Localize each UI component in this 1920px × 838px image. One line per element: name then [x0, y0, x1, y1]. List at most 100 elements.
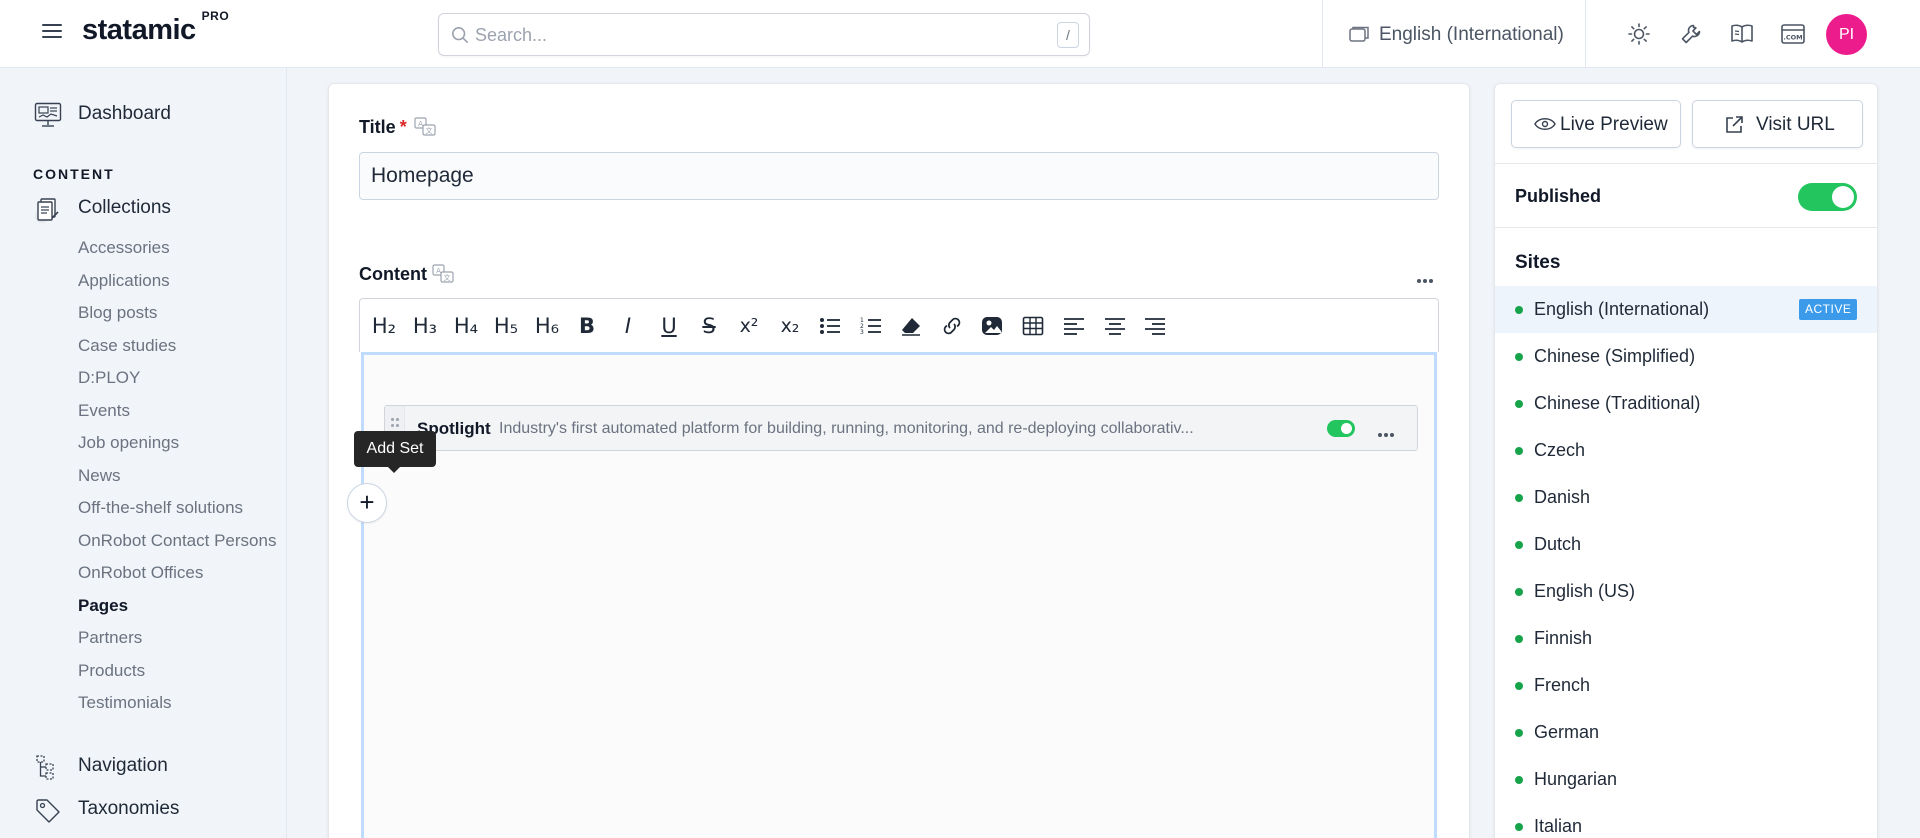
- site-item-chinese-simplified[interactable]: Chinese (Simplified): [1495, 333, 1877, 380]
- entry-editor-card: Title* A文 Content A文 H₂ H₃ H₄ H₅ H₆ B I …: [328, 83, 1470, 838]
- h6-button[interactable]: H₆: [532, 311, 562, 341]
- site-item-french[interactable]: French: [1495, 662, 1877, 709]
- image-icon[interactable]: [977, 311, 1007, 341]
- superscript-button[interactable]: x²: [734, 311, 764, 341]
- site-name: Chinese (Traditional): [1534, 393, 1701, 413]
- bard-toolbar: H₂ H₃ H₄ H₅ H₆ B I U S x² x₂ 123: [359, 298, 1439, 352]
- status-dot: [1515, 682, 1523, 690]
- table-icon[interactable]: [1018, 311, 1048, 341]
- h2-button[interactable]: H₂: [369, 311, 399, 341]
- status-dot: [1515, 588, 1523, 596]
- align-left-icon[interactable]: [1059, 311, 1089, 341]
- svg-text:3: 3: [860, 329, 864, 336]
- set-spotlight[interactable]: Spotlight Industry's first automated pla…: [384, 405, 1418, 451]
- sidebar-item-off-the-shelf[interactable]: Off-the-shelf solutions: [78, 496, 278, 520]
- search-box[interactable]: /: [438, 13, 1090, 56]
- bard-editor-area[interactable]: Spotlight Industry's first automated pla…: [347, 352, 1437, 838]
- sidebar-item-events[interactable]: Events: [78, 399, 278, 423]
- set-preview-text: Industry's first automated platform for …: [499, 420, 1194, 437]
- align-center-icon[interactable]: [1100, 311, 1130, 341]
- site-item-english-international[interactable]: English (International) ACTIVE: [1495, 286, 1877, 333]
- sidebar-item-label: Dashboard: [78, 103, 171, 124]
- sites-label: Sites: [1515, 252, 1561, 273]
- sidebar-item-blog-posts[interactable]: Blog posts: [78, 301, 278, 325]
- user-avatar[interactable]: PI: [1826, 14, 1867, 55]
- status-dot: [1515, 400, 1523, 408]
- bullet-list-icon[interactable]: [815, 311, 845, 341]
- sidebar-item-products[interactable]: Products: [78, 659, 278, 683]
- link-icon[interactable]: [937, 311, 967, 341]
- dashboard-icon: [34, 102, 62, 127]
- live-preview-label: Live Preview: [1560, 114, 1668, 135]
- sidebar-item-case-studies[interactable]: Case studies: [78, 334, 278, 358]
- eraser-icon[interactable]: [896, 311, 926, 341]
- h4-button[interactable]: H₄: [451, 311, 481, 341]
- sidebar-nav: Dashboard CONTENT Collections Accessorie…: [0, 68, 287, 838]
- align-right-icon[interactable]: [1140, 311, 1170, 341]
- sidebar-item-pages[interactable]: Pages: [78, 594, 278, 618]
- sidebar-item-news[interactable]: News: [78, 464, 278, 488]
- sidebar-item-dploy[interactable]: D:PLOY: [78, 366, 278, 390]
- set-enabled-toggle[interactable]: [1327, 420, 1355, 437]
- title-field-label: Title *: [359, 117, 407, 138]
- site-name: Chinese (Simplified): [1534, 346, 1696, 366]
- ordered-list-icon[interactable]: 123: [856, 311, 886, 341]
- utilities-wrench-icon[interactable]: [1679, 22, 1703, 46]
- status-dot: [1515, 729, 1523, 737]
- hamburger-menu-icon[interactable]: [42, 24, 62, 44]
- live-preview-button[interactable]: Live Preview: [1511, 100, 1681, 148]
- sidebar-item-partners[interactable]: Partners: [78, 626, 278, 650]
- site-item-dutch[interactable]: Dutch: [1495, 521, 1877, 568]
- svg-text:.COM: .COM: [1783, 34, 1802, 42]
- title-input[interactable]: [359, 152, 1439, 200]
- top-header: statamic PRO / English (International) .C…: [0, 0, 1920, 68]
- status-dot: [1515, 823, 1523, 831]
- translatable-icon: A文: [414, 117, 436, 136]
- underline-button[interactable]: U: [654, 311, 684, 341]
- docs-book-icon[interactable]: [1729, 22, 1753, 46]
- tag-icon: [36, 799, 60, 823]
- theme-sun-icon[interactable]: [1627, 22, 1651, 46]
- h3-button[interactable]: H₃: [410, 311, 440, 341]
- site-item-italian[interactable]: Italian: [1495, 803, 1877, 838]
- site-item-english-us[interactable]: English (US): [1495, 568, 1877, 615]
- site-item-finnish[interactable]: Finnish: [1495, 615, 1877, 662]
- site-item-chinese-traditional[interactable]: Chinese (Traditional): [1495, 380, 1877, 427]
- published-toggle[interactable]: [1798, 183, 1857, 211]
- sidebar-item-applications[interactable]: Applications: [78, 269, 278, 293]
- statamic-logo[interactable]: statamic PRO: [82, 9, 229, 47]
- svg-text:A: A: [418, 120, 423, 128]
- h5-button[interactable]: H₅: [491, 311, 521, 341]
- status-dot: [1515, 353, 1523, 361]
- subscript-button[interactable]: x₂: [775, 311, 805, 341]
- bold-button[interactable]: B: [572, 311, 602, 341]
- content-field-more-icon[interactable]: [1416, 270, 1434, 288]
- search-input[interactable]: [475, 24, 1035, 46]
- sidebar-item-testimonials[interactable]: Testimonials: [78, 691, 278, 715]
- site-item-hungarian[interactable]: Hungarian: [1495, 756, 1877, 803]
- site-item-czech[interactable]: Czech: [1495, 427, 1877, 474]
- navigation-icon: [36, 755, 54, 780]
- search-shortcut: /: [1057, 22, 1079, 48]
- view-site-icon[interactable]: .COM: [1780, 22, 1805, 46]
- site-item-danish[interactable]: Danish: [1495, 474, 1877, 521]
- status-dot: [1515, 776, 1523, 784]
- site-name: Danish: [1534, 487, 1591, 507]
- site-item-german[interactable]: German: [1495, 709, 1877, 756]
- sidebar-item-offices[interactable]: OnRobot Offices: [78, 561, 278, 585]
- visit-url-button[interactable]: Visit URL: [1692, 100, 1863, 148]
- title-label-text: Title: [359, 117, 396, 137]
- publish-sidebar: Live Preview Visit URL Published Sites E…: [1494, 83, 1878, 838]
- sidebar-item-accessories[interactable]: Accessories: [78, 236, 278, 260]
- add-set-tooltip: Add Set: [354, 431, 436, 473]
- site-name: German: [1534, 722, 1600, 742]
- add-set-button[interactable]: +: [347, 483, 387, 523]
- italic-button[interactable]: I: [613, 311, 643, 341]
- site-name: English (International): [1534, 299, 1710, 319]
- sidebar-item-contact-persons[interactable]: OnRobot Contact Persons: [78, 529, 278, 553]
- strikethrough-button[interactable]: S: [694, 311, 724, 341]
- sidebar-item-job-openings[interactable]: Job openings: [78, 431, 278, 455]
- site-selector[interactable]: English (International): [1322, 0, 1586, 68]
- set-more-icon[interactable]: [1377, 424, 1395, 442]
- svg-text:文: 文: [444, 273, 451, 282]
